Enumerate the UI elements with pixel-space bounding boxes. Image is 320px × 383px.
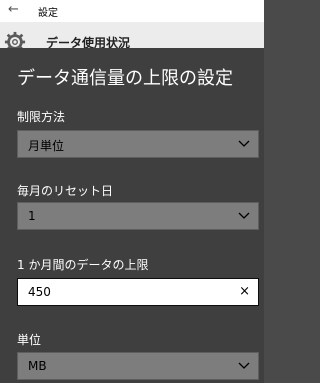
chevron-down-icon — [238, 140, 250, 147]
data-limit-dialog: データ通信量の上限の設定 制限方法 月単位 毎月のリセット日 1 1 か月間のデ… — [0, 48, 264, 383]
reset-day-value: 1 — [28, 209, 36, 223]
unit-label: 単位 — [17, 333, 42, 347]
reset-day-select[interactable]: 1 — [17, 202, 259, 230]
monthly-limit-value: 450 — [28, 285, 51, 299]
monthly-limit-input[interactable]: 450 × — [17, 278, 259, 306]
limit-method-label: 制限方法 — [17, 110, 66, 124]
chevron-down-icon — [238, 212, 250, 219]
chevron-down-icon — [238, 362, 250, 369]
unit-select[interactable]: MB — [17, 352, 259, 380]
reset-day-label: 毎月のリセット日 — [17, 184, 114, 198]
back-button[interactable]: ← — [8, 2, 19, 17]
window-title: 設定 — [38, 8, 58, 19]
monthly-limit-label: 1 か月間のデータの上限 — [17, 258, 149, 272]
unit-value: MB — [28, 359, 47, 373]
limit-method-select[interactable]: 月単位 — [17, 130, 259, 158]
clear-icon[interactable]: × — [239, 284, 250, 299]
dialog-title: データ通信量の上限の設定 — [17, 68, 233, 89]
limit-method-value: 月単位 — [28, 139, 65, 153]
window-title-bar: ← 設定 — [0, 0, 264, 22]
